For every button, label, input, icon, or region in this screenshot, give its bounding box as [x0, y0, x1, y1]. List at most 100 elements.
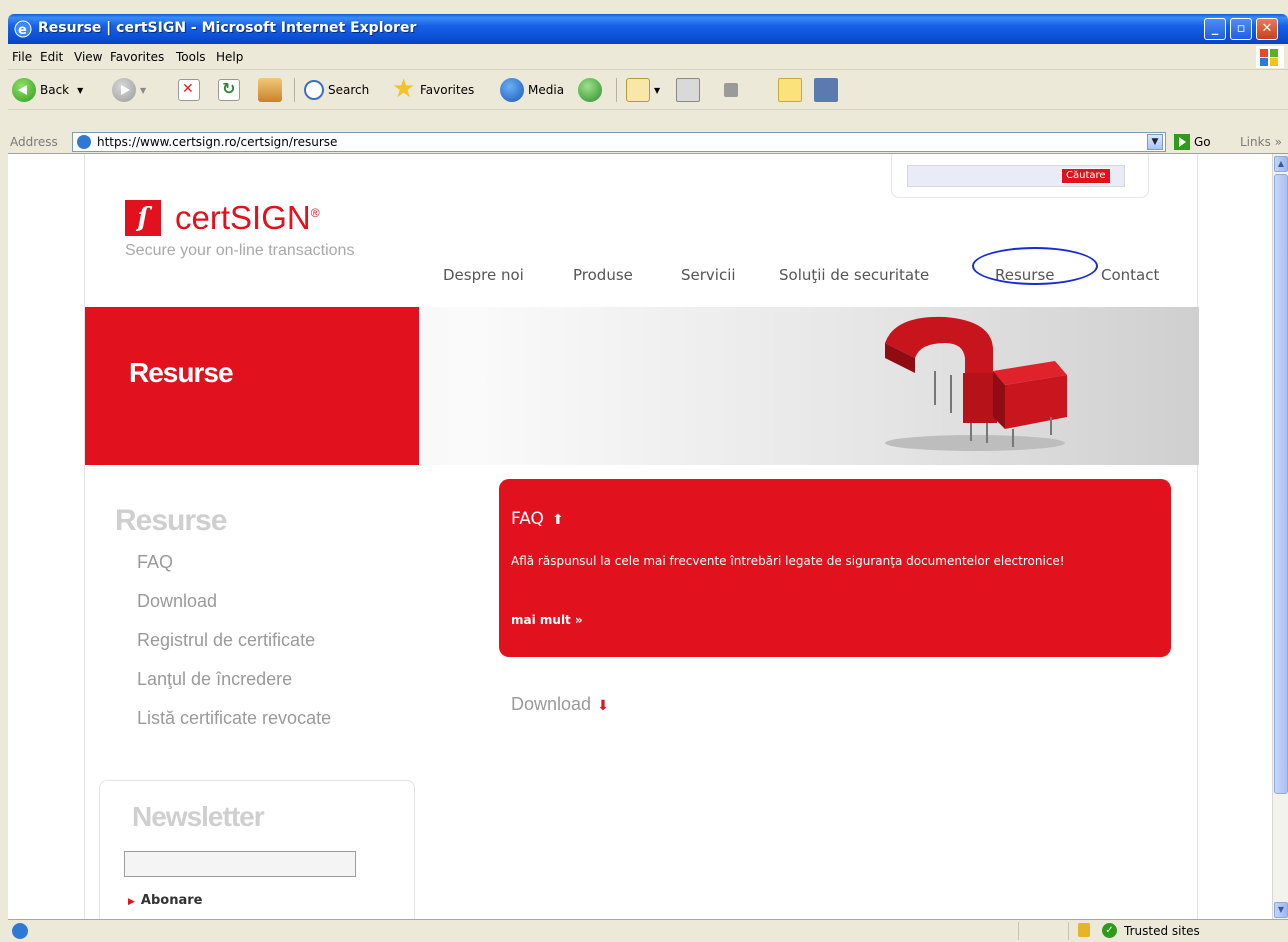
minimize-button[interactable]: _ [1204, 18, 1226, 40]
toolbar-separator [616, 78, 617, 102]
back-arrow-icon [12, 78, 36, 102]
print-button[interactable] [676, 76, 704, 104]
menu-file[interactable]: File [12, 50, 32, 64]
sidebar-item-faq[interactable]: FAQ [137, 552, 173, 573]
back-label: Back [40, 83, 70, 97]
sidebar-item-registrul[interactable]: Registrul de certificate [137, 630, 315, 651]
favorites-star-icon [392, 74, 416, 104]
title-bar: e Resurse | certSIGN - Microsoft Interne… [8, 14, 1288, 44]
media-button[interactable]: Media [500, 76, 564, 104]
media-icon [500, 78, 524, 102]
scroll-down-icon[interactable]: ▼ [1274, 902, 1288, 918]
messenger-button[interactable] [814, 76, 842, 104]
address-label: Address [10, 135, 58, 149]
search-button[interactable]: Search [304, 76, 369, 104]
links-label: Links [1240, 135, 1271, 149]
nav-produse[interactable]: Produse [573, 266, 633, 284]
maximize-button[interactable]: ▫ [1230, 18, 1252, 40]
web-page: Căutare ſ certSIGN® Secure your on-line … [84, 154, 1199, 919]
edit-icon [724, 83, 738, 97]
windows-logo-icon [1256, 46, 1284, 68]
security-zone: Trusted sites [1124, 924, 1200, 938]
download-heading[interactable]: Download ⬇ [511, 694, 609, 715]
messenger-icon [814, 78, 838, 102]
browser-window: e Resurse | certSIGN - Microsoft Interne… [8, 14, 1288, 942]
nav-solutii[interactable]: Soluţii de securitate [779, 266, 929, 284]
status-divider [1018, 922, 1019, 940]
scroll-thumb[interactable] [1274, 174, 1288, 794]
search-icon [304, 80, 324, 100]
status-bar: ✓ Trusted sites [8, 919, 1288, 942]
window-title: Resurse | certSIGN - Microsoft Internet … [38, 20, 417, 36]
print-icon [676, 78, 700, 102]
page-status-icon [12, 923, 28, 939]
go-arrow-icon [1174, 134, 1190, 150]
menu-help[interactable]: Help [216, 50, 243, 64]
nav-servicii[interactable]: Servicii [681, 266, 736, 284]
checkmark-icon: ✓ [1102, 923, 1117, 938]
go-button[interactable]: Go [1174, 132, 1211, 152]
mail-dropdown-icon[interactable]: ▼ [654, 86, 660, 95]
menu-edit[interactable]: Edit [40, 50, 63, 64]
site-search-box: Căutare [891, 154, 1149, 198]
highlight-ellipse [972, 247, 1098, 285]
discuss-button[interactable] [778, 76, 806, 104]
stop-icon [178, 79, 200, 101]
sidebar-item-lantul[interactable]: Lanţul de încredere [137, 669, 292, 690]
back-button[interactable]: Back ▼ [12, 76, 83, 104]
menu-tools[interactable]: Tools [176, 50, 206, 64]
go-label: Go [1194, 135, 1211, 149]
forward-dropdown-icon[interactable]: ▼ [140, 86, 146, 95]
sidebar-item-lista[interactable]: Listă certificate revocate [137, 708, 331, 729]
lock-icon[interactable] [1078, 923, 1090, 937]
nav-contact[interactable]: Contact [1101, 266, 1159, 284]
sidebar-item-download[interactable]: Download [137, 591, 217, 612]
address-bar: Address https://www.certsign.ro/certsign… [8, 131, 1288, 153]
web-viewport: Căutare ſ certSIGN® Secure your on-line … [8, 153, 1288, 919]
menu-favorites[interactable]: Favorites [110, 50, 164, 64]
edit-button[interactable] [724, 76, 742, 104]
hero-title-block: Resurse [85, 307, 419, 465]
subscribe-link[interactable]: ▶ Abonare [128, 893, 202, 908]
history-button[interactable] [578, 76, 606, 104]
media-label: Media [528, 83, 565, 97]
faq-heading[interactable]: FAQ ⬆ [511, 509, 564, 529]
mail-icon [626, 78, 650, 102]
history-icon [578, 78, 602, 102]
home-button[interactable] [258, 76, 286, 104]
refresh-button[interactable] [218, 76, 244, 104]
mail-button[interactable]: ▼ [626, 76, 660, 104]
hero-title: Resurse [129, 357, 234, 388]
favorites-label: Favorites [420, 83, 475, 97]
home-icon [258, 78, 282, 102]
arrow-up-icon: ⬆ [551, 512, 564, 528]
stop-button[interactable] [178, 76, 204, 104]
address-url: https://www.certsign.ro/certsign/resurse [97, 135, 338, 149]
nav-despre-noi[interactable]: Despre noi [443, 266, 524, 284]
site-search-button[interactable]: Căutare [1061, 168, 1111, 184]
scroll-up-icon[interactable]: ▲ [1274, 156, 1288, 172]
faq-description: Află răspunsul la cele mai frecvente înt… [511, 554, 1065, 568]
faq-more-link[interactable]: mai mult » [511, 613, 583, 627]
toolbar-separator [294, 78, 295, 102]
forward-arrow-icon [112, 78, 136, 102]
sidebar-title: Resurse [115, 504, 227, 537]
refresh-icon [218, 79, 240, 101]
menu-view[interactable]: View [74, 50, 102, 64]
forward-button[interactable]: ▼ [112, 76, 146, 104]
triangle-right-icon: ▶ [128, 897, 135, 907]
note-icon [778, 78, 802, 102]
close-button[interactable]: ✕ [1256, 18, 1278, 40]
vertical-scrollbar[interactable]: ▲ ▼ [1272, 154, 1288, 919]
links-toolbar[interactable]: Links » [1240, 135, 1282, 149]
hero-banner: Resurse [85, 307, 1199, 465]
certsign-logo[interactable]: ſ certSIGN® [125, 198, 320, 238]
favorites-button[interactable]: Favorites [392, 74, 475, 104]
address-dropdown-icon[interactable]: ▼ [1147, 134, 1163, 150]
newsletter-email-input[interactable] [124, 851, 356, 877]
address-input[interactable]: https://www.certsign.ro/certsign/resurse… [72, 132, 1166, 152]
menu-bar: File Edit View Favorites Tools Help [8, 44, 1288, 70]
newsletter-box: Newsletter ▶ Abonare [99, 780, 415, 919]
logo-name: certSIGN® [175, 199, 320, 236]
back-dropdown-icon[interactable]: ▼ [77, 86, 83, 95]
